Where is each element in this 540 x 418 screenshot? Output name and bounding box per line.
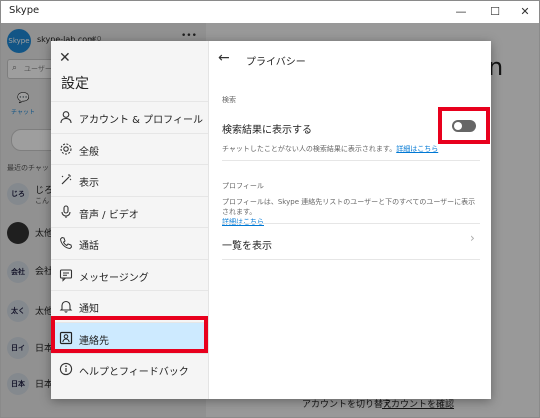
back-arrow-icon[interactable]: ←: [218, 50, 230, 66]
divider: [222, 259, 480, 260]
divider: [222, 160, 480, 161]
maximize-button[interactable]: ☐: [481, 3, 509, 21]
nav-item-label: 通知: [79, 304, 99, 315]
nav-item-label: 音声 / ビデオ: [79, 209, 139, 221]
close-icon[interactable]: ✕: [59, 51, 71, 65]
nav-item-label: ヘルプとフィードバック: [79, 367, 189, 378]
nav-item-label: 表示: [79, 178, 99, 189]
gear-icon: [59, 141, 73, 155]
settings-nav: ✕ 設定 アカウント & プロフィール 全般表示音声 / ビデオ 通話メッセージング…: [51, 41, 209, 399]
nav-item-label: メッセージング: [79, 272, 149, 284]
settings-title: 設定: [61, 76, 89, 92]
search-description: チャットしたことがない人の検索結果に表示されます。詳細はこちら: [222, 144, 480, 154]
privacy-pane: ← プライバシー 検索 検索結果に表示する チャットしたことがない人の検索結果に…: [208, 41, 491, 399]
minimize-button[interactable]: —: [447, 3, 475, 21]
nav-item-label: アカウント & プロフィール: [79, 115, 203, 126]
close-window-button[interactable]: ✕: [511, 3, 539, 21]
bell-icon: [59, 298, 73, 313]
nav-item-microphone[interactable]: 音声 / ビデオ: [51, 195, 208, 227]
nav-item-label: 通話: [79, 241, 99, 252]
person-icon: [59, 109, 73, 124]
window-title: Skype: [9, 5, 40, 16]
app-window: Skype — ☐ ✕ Skype skype-lab.com #0 ••• ⌕…: [0, 0, 540, 418]
show-in-search-label: 検索結果に表示する: [222, 125, 312, 136]
nav-item-phone[interactable]: 通話: [51, 227, 208, 258]
chevron-right-icon: ›: [470, 231, 475, 245]
phone-icon: [59, 235, 73, 250]
message-icon: [59, 267, 73, 282]
nav-item-label: 全般: [79, 146, 99, 158]
magic-wand-icon: [59, 172, 73, 186]
profile-desc-text: プロフィールは、Skype 連絡先リストのユーザーと下のすべてのユーザーに表示さ…: [222, 198, 476, 216]
divider: [222, 223, 480, 224]
title-bar: Skype — ☐ ✕: [1, 1, 539, 23]
highlight-box: [438, 107, 490, 144]
profile-learn-more-link[interactable]: 詳細はこちら: [222, 218, 264, 226]
search-section-label: 検索: [222, 96, 236, 104]
search-desc-text: チャットしたことがない人の検索結果に表示されます。: [222, 145, 397, 153]
profile-section-label: プロフィール: [222, 182, 264, 190]
view-list-button[interactable]: 一覧を表示: [222, 237, 272, 252]
settings-dialog: ✕ 設定 アカウント & プロフィール 全般表示音声 / ビデオ 通話メッセージング…: [51, 41, 491, 399]
nav-item-person[interactable]: アカウント & プロフィール: [51, 101, 208, 132]
pane-title: プライバシー: [246, 57, 306, 68]
microphone-icon: [59, 204, 73, 218]
highlight-box: [51, 316, 208, 353]
nav-item-magic-wand[interactable]: 表示: [51, 164, 208, 195]
search-learn-more-link[interactable]: 詳細はこちら: [396, 145, 438, 153]
info-icon: [59, 361, 73, 376]
nav-item-info[interactable]: ヘルプとフィードバック: [51, 353, 208, 384]
nav-item-message[interactable]: メッセージング: [51, 258, 208, 290]
nav-item-gear[interactable]: 全般: [51, 132, 208, 164]
